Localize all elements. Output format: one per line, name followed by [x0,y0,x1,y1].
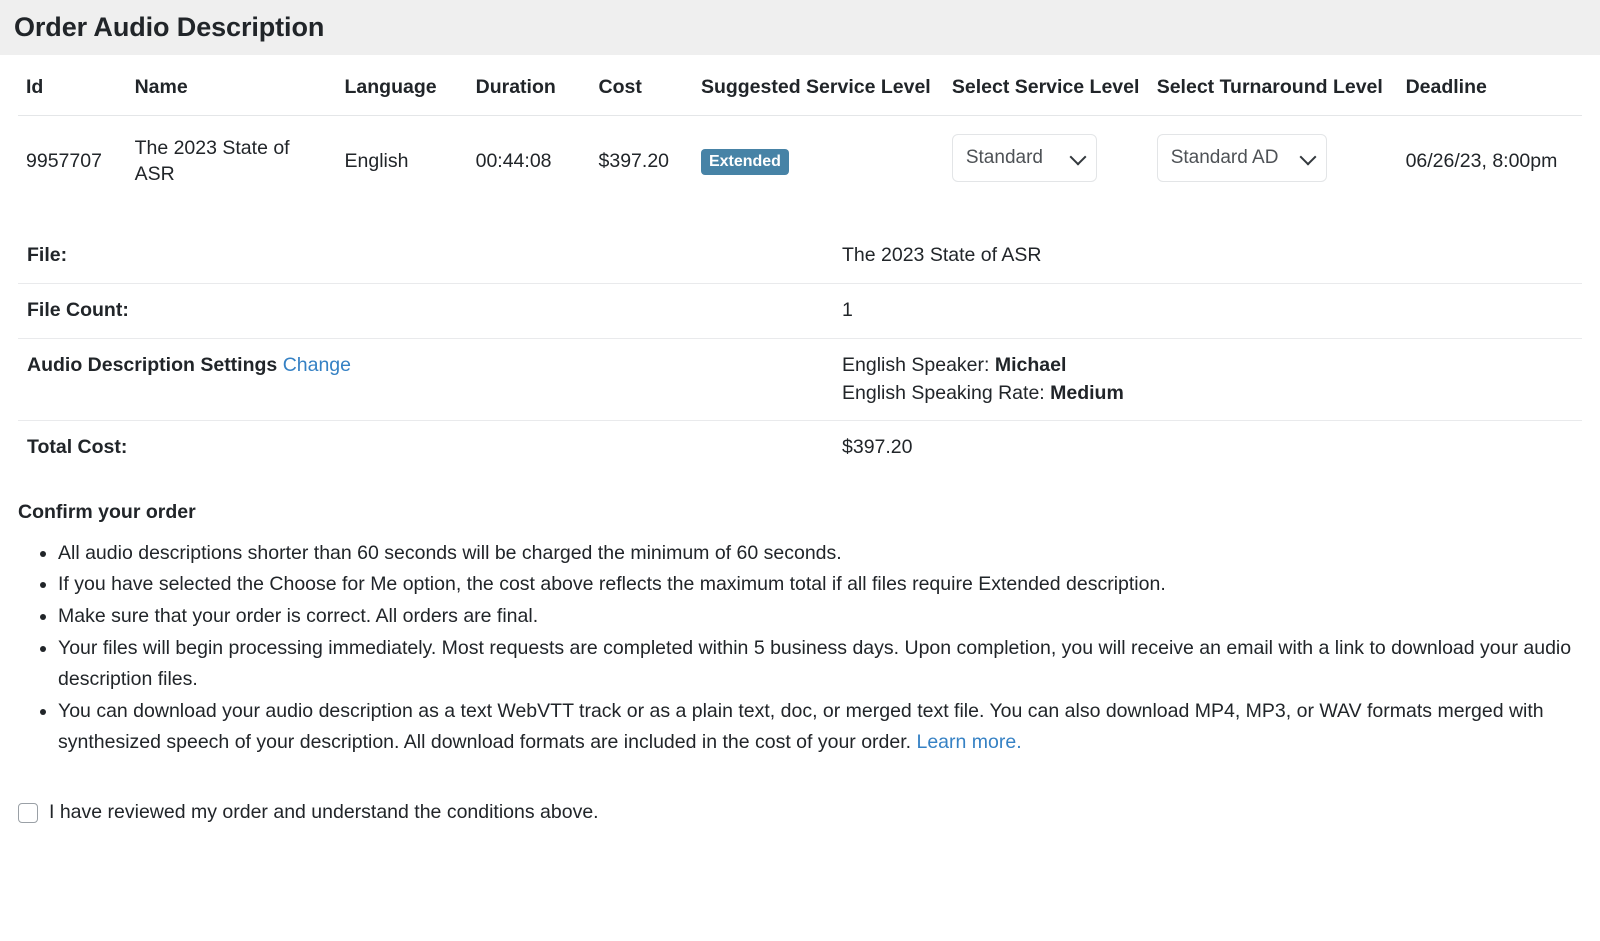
speaker-value: Michael [994,353,1067,376]
list-item: You can download your audio description … [58,696,1582,759]
column-header-id: Id [18,69,127,116]
speaking-rate-value: Medium [1050,381,1124,404]
speaker-label: English Speaker: [842,353,990,376]
turnaround-level-select-value: Standard AD [1170,147,1279,169]
order-table-container: Id Name Language Duration Cost Suggested… [0,69,1600,207]
column-header-cost: Cost [590,69,693,116]
summary-value-total-cost: $397.20 [833,420,1582,475]
turnaround-level-select[interactable]: Standard AD [1156,133,1327,182]
confirm-order-title: Confirm your order [18,500,196,523]
table-row: 9957707 The 2023 State of ASR English 00… [18,115,1582,207]
summary-row-total-cost: Total Cost: $397.20 [18,420,1582,475]
summary-value-audio-description-settings: English Speaker: Michael English Speakin… [833,337,1582,421]
list-item: Your files will begin processing immedia… [58,633,1582,696]
column-header-name: Name [126,69,337,116]
cell-select-turnaround-level: Standard AD [1149,115,1398,207]
confirmation-checkbox-label: I have reviewed my order and understand … [49,800,599,823]
cell-language: English [344,149,409,172]
page-title: Order Audio Description [14,12,325,42]
learn-more-link[interactable]: Learn more. [916,731,1021,753]
summary-row-file: File: The 2023 State of ASR [18,229,1582,283]
settings-label-text: Audio Description Settings [27,353,278,376]
column-header-select-service-level: Select Service Level [943,69,1149,116]
order-table: Id Name Language Duration Cost Suggested… [18,69,1582,207]
summary-label-file: File: [27,244,68,267]
chevron-down-icon [1069,148,1087,166]
column-header-suggested-service-level: Suggested Service Level [692,69,944,116]
confirmation-checkbox[interactable] [18,802,38,823]
chevron-down-icon [1299,148,1317,166]
list-item: If you have selected the Choose for Me o… [58,569,1582,601]
column-header-select-turnaround-level: Select Turnaround Level [1148,69,1398,116]
summary-row-file-count: File Count: 1 [18,283,1582,339]
column-header-language: Language [336,69,468,116]
order-audio-description-page: Order Audio Description Id Name Language… [0,0,1600,941]
summary-label-total-cost: Total Cost: [18,420,833,475]
summary-value-file: The 2023 State of ASR [842,244,1042,267]
table-header-row: Id Name Language Duration Cost Suggested… [18,69,1582,116]
last-condition-text: You can download your audio description … [58,699,1544,754]
column-header-duration: Duration [467,69,591,116]
cell-duration: 00:44:08 [475,149,552,172]
list-item: All audio descriptions shorter than 60 s… [58,538,1582,570]
summary-value-file-count: 1 [833,283,1582,339]
cell-cost: $397.20 [598,149,670,172]
speaking-rate-label: English Speaking Rate: [842,381,1045,404]
list-item: Make sure that your order is correct. Al… [58,601,1582,633]
speaker-line: English Speaker: Michael [842,352,1573,380]
confirmation-checkbox-row: I have reviewed my order and understand … [0,801,1600,824]
status-badge: Extended [700,148,789,176]
service-level-select-value: Standard [965,147,1043,169]
cell-id: 9957707 [26,149,102,172]
cell-deadline: 06/26/23, 8:00pm [1405,149,1558,172]
cell-name: The 2023 State of ASR [134,136,290,185]
service-level-select[interactable]: Standard [951,133,1097,182]
cell-suggested-service-level: Extended [693,115,944,207]
summary-label-audio-description-settings: Audio Description Settings Change [18,337,833,421]
speaking-rate-line: English Speaking Rate: Medium [842,380,1573,408]
summary-row-audio-description-settings: Audio Description Settings Change Englis… [18,337,1582,421]
order-summary-container: File: The 2023 State of ASR File Count: … [0,229,1600,475]
order-summary-table: File: The 2023 State of ASR File Count: … [18,229,1582,475]
cell-select-service-level: Standard [944,115,1149,207]
conditions-list: All audio descriptions shorter than 60 s… [18,538,1582,759]
column-header-deadline: Deadline [1397,69,1582,116]
change-settings-link[interactable]: Change [283,354,351,376]
confirm-order-section: Confirm your order All audio description… [0,501,1600,759]
page-header: Order Audio Description [0,0,1600,55]
summary-label-file-count: File Count: [18,283,833,339]
